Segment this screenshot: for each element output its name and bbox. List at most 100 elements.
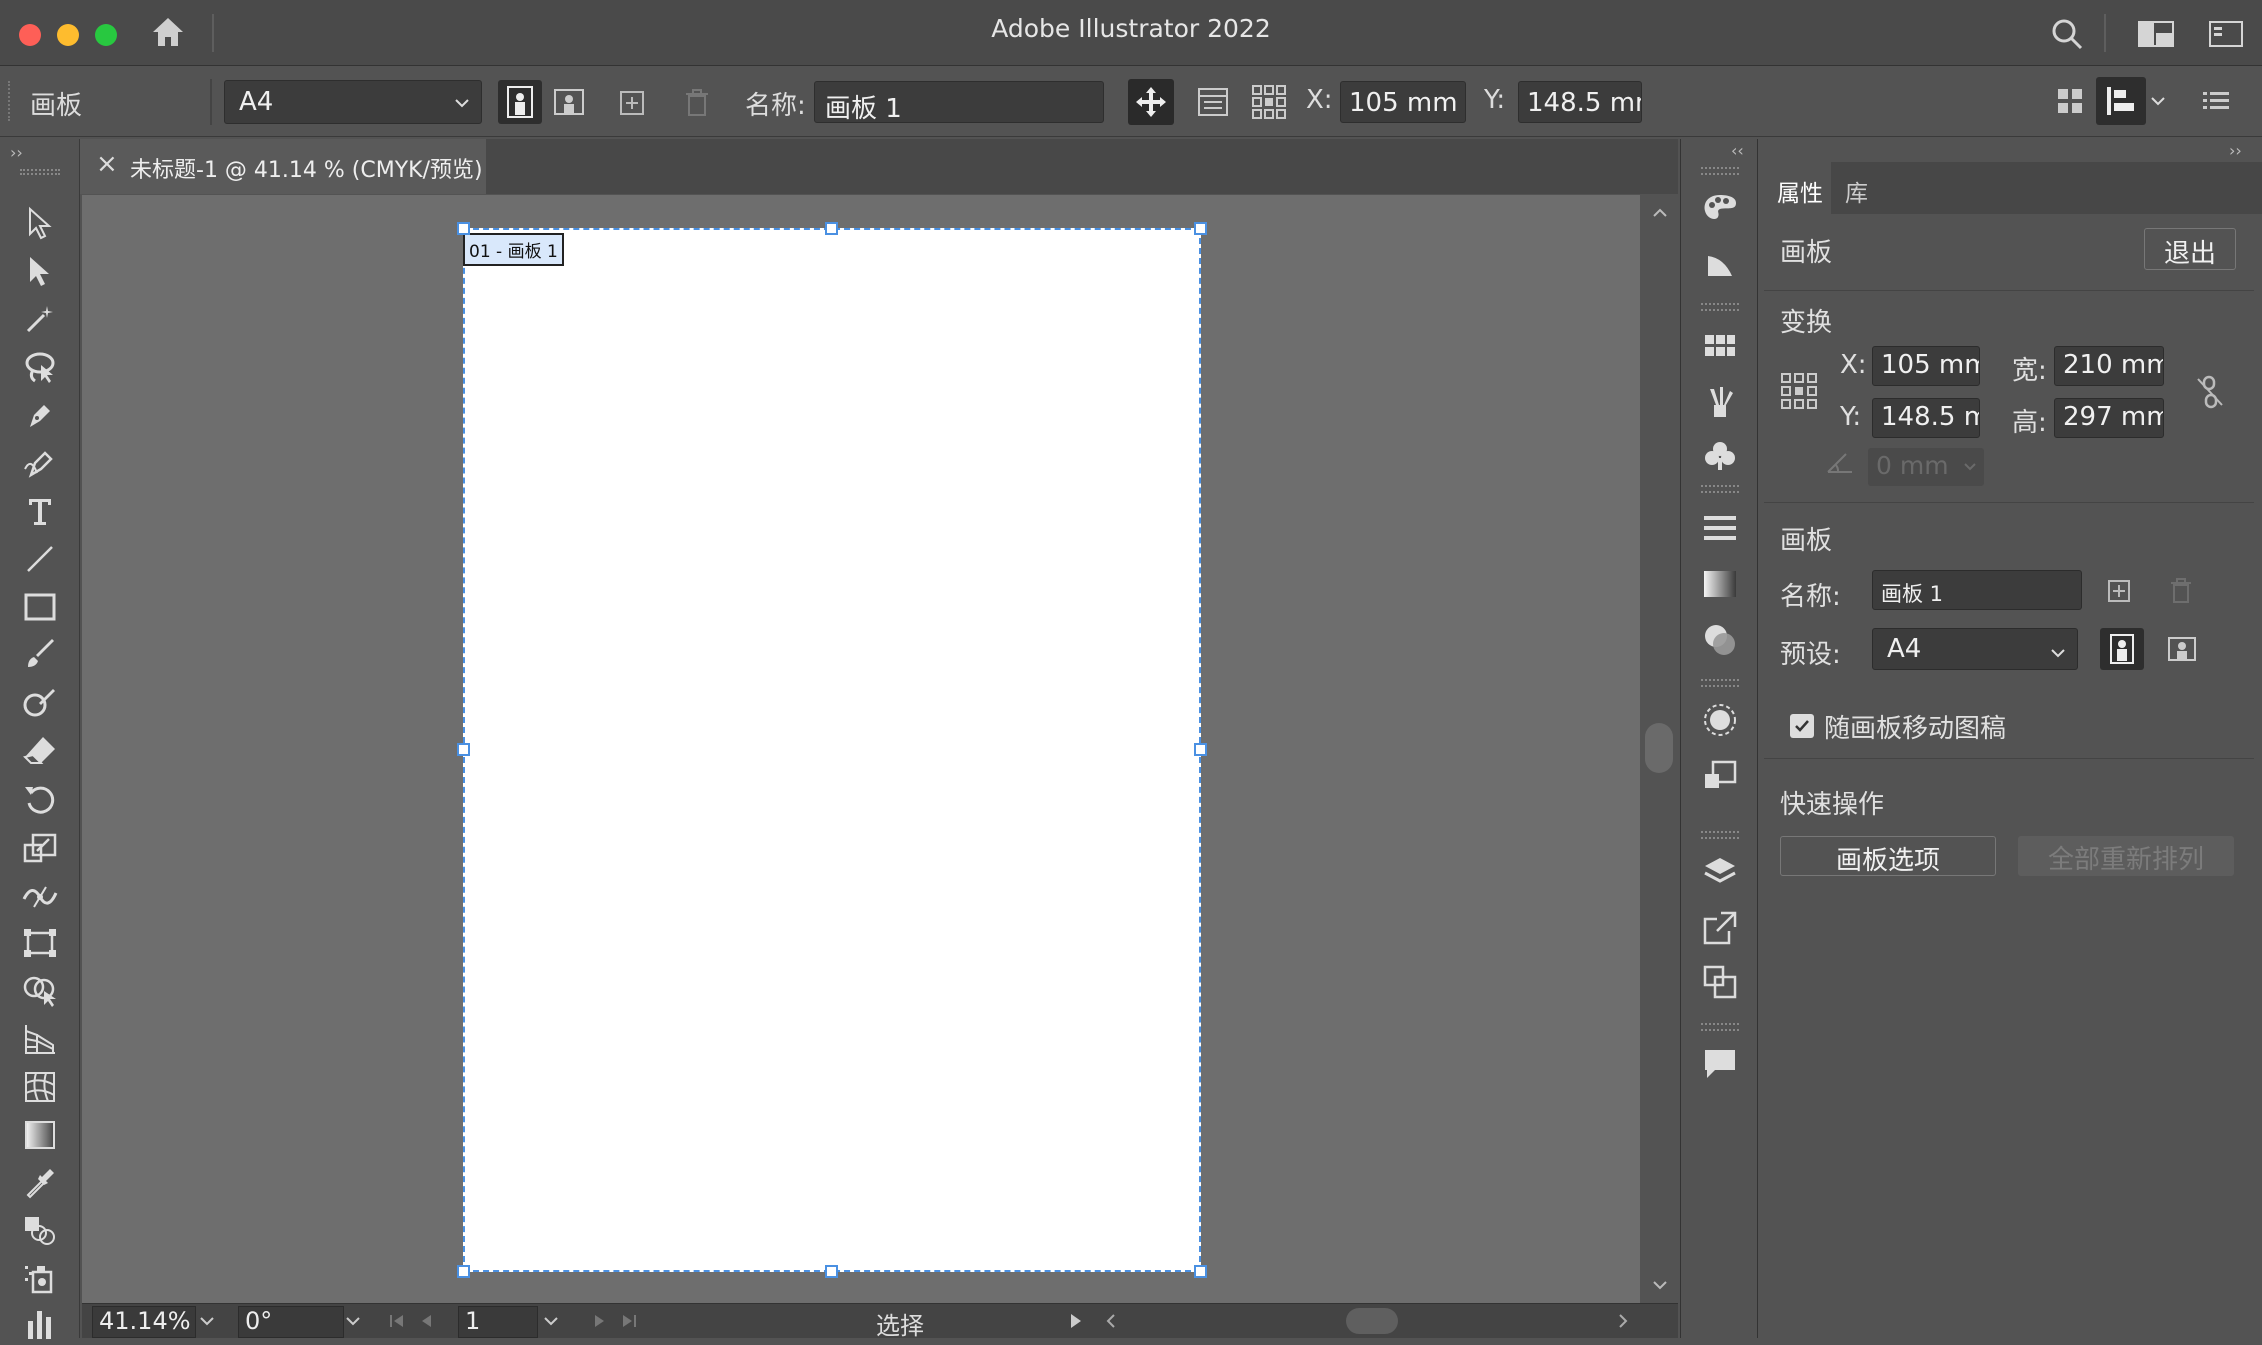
resize-handle-left[interactable] [457, 743, 470, 756]
stroke-icon[interactable] [1697, 505, 1743, 551]
artboard[interactable] [463, 228, 1201, 1272]
grip-handle[interactable] [1701, 167, 1739, 175]
height-input[interactable]: 297 mm [2054, 398, 2164, 438]
resize-handle-top-right[interactable] [1194, 222, 1207, 235]
artboards-panel-icon[interactable] [1697, 959, 1743, 1005]
horizontal-scroll-thumb[interactable] [1346, 1308, 1398, 1334]
grip-handle[interactable] [1701, 679, 1739, 687]
artboard-name-input[interactable]: 画板 1 [814, 81, 1104, 124]
exit-button[interactable]: 退出 [2144, 228, 2236, 270]
line-segment-tool-icon[interactable] [14, 537, 66, 581]
workspace-switcher-icon[interactable] [2134, 14, 2178, 54]
width-tool-icon[interactable] [14, 873, 66, 917]
tab-properties[interactable]: 属性 [1759, 162, 1831, 214]
chevron-down-icon[interactable] [198, 1312, 216, 1334]
brushes-icon[interactable] [1697, 379, 1743, 425]
direct-selection-tool-icon[interactable] [14, 249, 66, 293]
new-artboard-icon[interactable] [612, 83, 652, 123]
chevron-down-icon[interactable] [344, 1312, 362, 1334]
transparency-icon[interactable] [1697, 617, 1743, 663]
move-with-artboard-checkbox[interactable] [1790, 714, 1814, 738]
next-artboard-icon[interactable] [590, 1312, 608, 1334]
gradient-panel-icon[interactable] [1697, 561, 1743, 607]
move-with-artboard-label[interactable]: 随画板移动图稿 [1824, 708, 2006, 745]
type-tool-icon[interactable] [14, 489, 66, 533]
blend-tool-icon[interactable] [14, 1209, 66, 1253]
last-artboard-icon[interactable] [620, 1312, 638, 1334]
panel-x-input[interactable]: 105 mm [1872, 346, 1980, 386]
scroll-left-icon[interactable] [1104, 1312, 1118, 1334]
panel-menu-icon[interactable] [2196, 81, 2236, 121]
reference-point-icon[interactable] [1778, 370, 1820, 412]
column-graph-tool-icon[interactable] [14, 1301, 66, 1345]
eyedropper-tool-icon[interactable] [14, 1161, 66, 1205]
gradient-tool-icon[interactable] [14, 1113, 66, 1157]
grip-handle[interactable] [1701, 303, 1739, 311]
landscape-orientation-button[interactable] [2160, 628, 2204, 670]
free-transform-tool-icon[interactable] [14, 921, 66, 965]
close-tab-icon[interactable]: × [96, 149, 118, 179]
perspective-grid-tool-icon[interactable] [14, 1017, 66, 1061]
resize-handle-bottom-left[interactable] [457, 1265, 470, 1278]
resize-handle-bottom[interactable] [825, 1265, 838, 1278]
expand-toolbar-icon[interactable]: ›› [10, 143, 23, 162]
collapse-panel-icon[interactable]: ›› [2229, 141, 2242, 160]
rotate-tool-icon[interactable] [14, 777, 66, 821]
shaper-tool-icon[interactable] [14, 681, 66, 725]
new-artboard-icon[interactable] [2102, 574, 2136, 608]
graphic-styles-icon[interactable] [1697, 753, 1743, 799]
reference-point-icon[interactable] [1248, 81, 1290, 123]
x-position-input[interactable]: 105 mm [1340, 81, 1466, 123]
panel-preset-dropdown[interactable]: A4 [1872, 628, 2078, 670]
lasso-tool-icon[interactable] [14, 345, 66, 389]
swatches-icon[interactable] [1697, 323, 1743, 369]
chevron-down-icon[interactable] [1652, 1277, 1668, 1296]
eraser-tool-icon[interactable] [14, 729, 66, 773]
grip-handle[interactable] [1701, 831, 1739, 839]
mesh-tool-icon[interactable] [14, 1065, 66, 1109]
width-input[interactable]: 210 mm [2054, 346, 2164, 386]
previous-artboard-icon[interactable] [418, 1312, 436, 1334]
delete-artboard-icon[interactable] [2164, 574, 2198, 608]
grip-handle[interactable] [20, 169, 60, 175]
rearrange-all-button[interactable]: 全部重新排列 [2018, 836, 2234, 876]
chevron-down-icon[interactable] [2148, 91, 2168, 115]
document-tab[interactable]: × 未标题-1 @ 41.14 % (CMYK/预览) [80, 139, 486, 194]
artboard-options-button[interactable]: 画板选项 [1780, 836, 1996, 876]
zoom-input[interactable]: 41.14% [92, 1306, 196, 1338]
resize-handle-right[interactable] [1194, 743, 1207, 756]
portrait-orientation-button[interactable] [2100, 628, 2144, 670]
preset-dropdown[interactable]: A4 [224, 80, 482, 124]
landscape-orientation-button[interactable] [547, 80, 591, 124]
tab-libraries[interactable]: 库 [1831, 162, 1903, 214]
chevron-up-icon[interactable] [1652, 203, 1668, 222]
resize-handle-bottom-right[interactable] [1194, 1265, 1207, 1278]
artboard-label[interactable]: 01 - 画板 1 [463, 233, 564, 266]
align-icon[interactable] [2096, 77, 2146, 125]
move-copy-artwork-icon[interactable] [1128, 79, 1174, 125]
symbols-icon[interactable] [1697, 433, 1743, 479]
portrait-orientation-button[interactable] [498, 80, 542, 124]
resize-handle-top[interactable] [825, 222, 838, 235]
shape-builder-tool-icon[interactable] [14, 969, 66, 1013]
resize-handle-top-left[interactable] [457, 222, 470, 235]
comments-icon[interactable] [1697, 1041, 1743, 1087]
grip-handle[interactable] [1701, 1023, 1739, 1031]
scroll-thumb[interactable] [1645, 723, 1673, 773]
rectangle-tool-icon[interactable] [14, 585, 66, 629]
asset-export-icon[interactable] [1697, 905, 1743, 951]
grip-handle[interactable] [8, 81, 12, 121]
paintbrush-tool-icon[interactable] [14, 633, 66, 677]
delete-artboard-icon[interactable] [677, 83, 717, 123]
chevron-down-icon[interactable] [542, 1312, 560, 1334]
vertical-scrollbar[interactable] [1640, 195, 1678, 1303]
y-position-input[interactable]: 148.5 mm [1518, 81, 1642, 123]
layers-icon[interactable] [1697, 849, 1743, 895]
curvature-tool-icon[interactable] [14, 441, 66, 485]
current-tool-status[interactable]: 选择 [662, 1306, 1138, 1340]
arrange-documents-icon[interactable] [2050, 81, 2090, 121]
first-artboard-icon[interactable] [388, 1312, 406, 1334]
artboard-options-icon[interactable] [1192, 81, 1234, 123]
panel-artboard-name-input[interactable]: 画板 1 [1872, 570, 2082, 610]
panel-y-input[interactable]: 148.5 mm [1872, 398, 1980, 438]
